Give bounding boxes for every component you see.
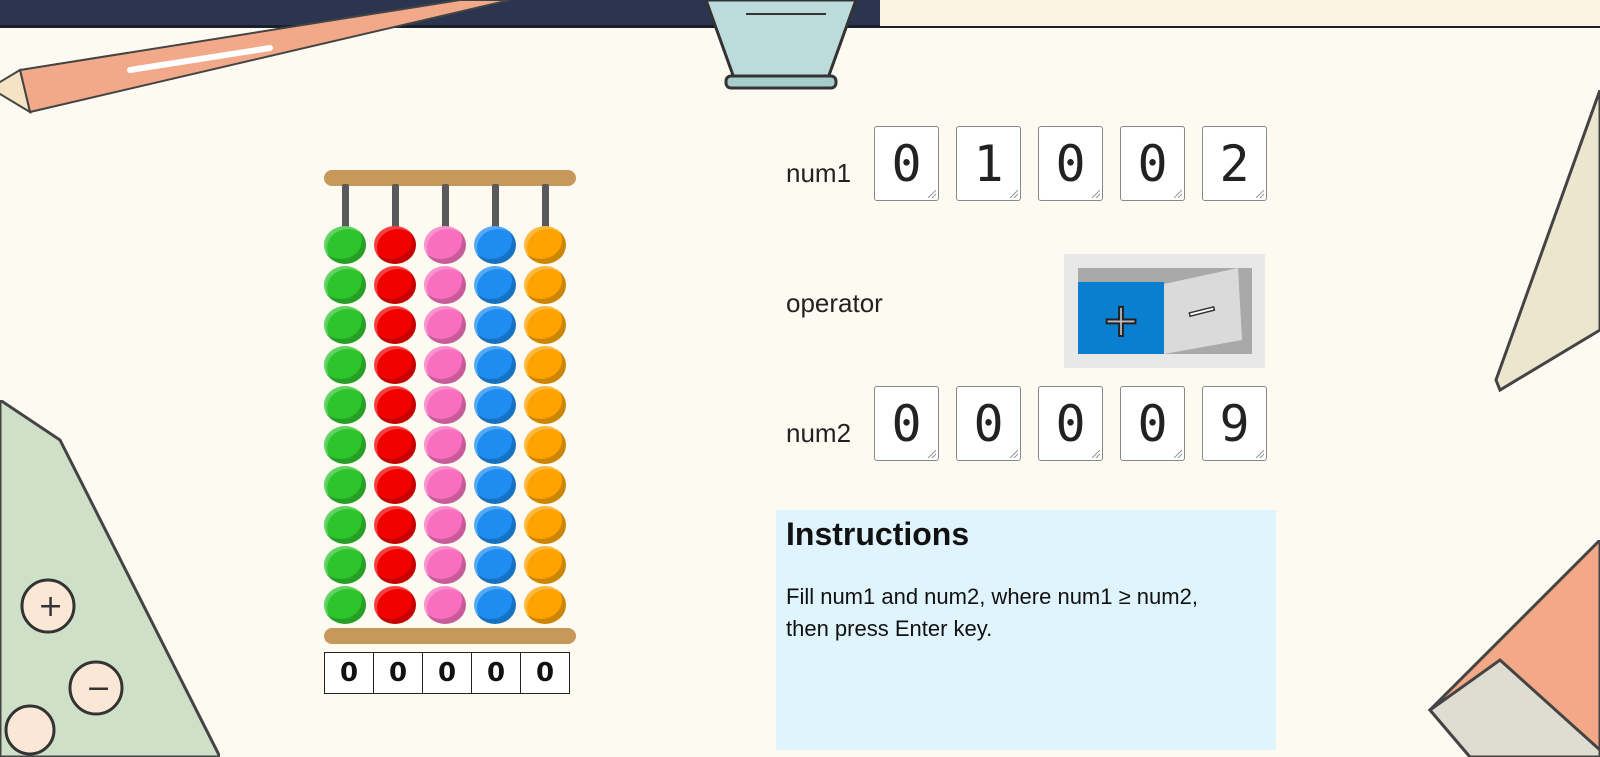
abacus-bead[interactable] <box>324 586 366 624</box>
abacus-digit: 0 <box>373 652 423 694</box>
abacus-bead[interactable] <box>324 546 366 584</box>
abacus-rod <box>442 184 449 228</box>
abacus-bead[interactable] <box>524 426 566 464</box>
abacus-bead[interactable] <box>374 346 416 384</box>
abacus-rod <box>492 184 499 228</box>
abacus-bead[interactable] <box>374 426 416 464</box>
abacus-bead[interactable] <box>524 266 566 304</box>
abacus-bead[interactable] <box>374 386 416 424</box>
abacus-bead[interactable] <box>424 306 466 344</box>
abacus-bead[interactable] <box>474 546 516 584</box>
operator-switch[interactable]: + − <box>1064 254 1265 368</box>
abacus-bead[interactable] <box>374 506 416 544</box>
abacus-bottom-bar <box>324 628 576 644</box>
num1-digit-input[interactable]: 2 <box>1202 126 1267 201</box>
book-decoration <box>1427 540 1600 757</box>
num1-digit-input[interactable]: 0 <box>1038 126 1103 201</box>
abacus-bead[interactable] <box>524 586 566 624</box>
num2-digit-input[interactable]: 0 <box>1038 386 1103 461</box>
abacus-bead[interactable] <box>324 426 366 464</box>
abacus-bead[interactable] <box>424 346 466 384</box>
abacus-bead[interactable] <box>474 386 516 424</box>
abacus-bead[interactable] <box>524 546 566 584</box>
num2-digit-input[interactable]: 0 <box>874 386 939 461</box>
num1-label: num1 <box>786 158 852 188</box>
abacus-bead[interactable] <box>374 586 416 624</box>
abacus-bead[interactable] <box>324 466 366 504</box>
bead-column-3[interactable] <box>424 226 466 626</box>
abacus-bead[interactable] <box>324 226 366 264</box>
num2-inputs: 0 0 0 0 9 <box>874 386 1267 461</box>
bead-column-4[interactable] <box>474 226 516 626</box>
abacus-bead[interactable] <box>474 426 516 464</box>
abacus-bead[interactable] <box>474 346 516 384</box>
abacus-bead[interactable] <box>524 386 566 424</box>
abacus-bead[interactable] <box>474 306 516 344</box>
abacus-bead[interactable] <box>374 266 416 304</box>
instructions-text: Fill num1 and num2, where num1 ≥ num2, t… <box>786 584 1198 641</box>
num1-digit-input[interactable]: 1 <box>956 126 1021 201</box>
abacus-digit-readout: 0 0 0 0 0 <box>324 652 570 694</box>
svg-text:+: + <box>38 589 63 624</box>
abacus-bead[interactable] <box>474 586 516 624</box>
abacus-bead[interactable] <box>474 266 516 304</box>
operator-label: operator <box>786 288 883 318</box>
abacus-bead[interactable] <box>524 466 566 504</box>
abacus-digit: 0 <box>520 652 570 694</box>
num2-label: num2 <box>786 418 852 448</box>
abacus-bead[interactable] <box>374 306 416 344</box>
abacus-bead[interactable] <box>424 226 466 264</box>
svg-text:−: − <box>86 671 111 706</box>
abacus-rod <box>392 184 399 228</box>
abacus-bead[interactable] <box>374 226 416 264</box>
abacus-top-bar <box>324 170 576 186</box>
abacus-bead[interactable] <box>424 586 466 624</box>
top-band-light <box>880 0 1600 26</box>
num1-inputs: 0 1 0 0 2 <box>874 126 1267 201</box>
abacus-bead[interactable] <box>324 386 366 424</box>
abacus-rod <box>542 184 549 228</box>
abacus-bead[interactable] <box>474 506 516 544</box>
operator-toggle[interactable]: + − <box>1078 268 1252 354</box>
pencil-decoration <box>0 0 511 115</box>
abacus-bead[interactable] <box>424 506 466 544</box>
calculator-decoration: + − <box>0 400 220 757</box>
ruler-decoration <box>1494 90 1600 393</box>
instructions-panel: Instructions Fill num1 and num2, where n… <box>776 510 1276 750</box>
abacus-bead[interactable] <box>374 466 416 504</box>
num1-digit-input[interactable]: 0 <box>874 126 939 201</box>
num2-digit-input[interactable]: 0 <box>956 386 1021 461</box>
abacus-digit: 0 <box>422 652 472 694</box>
abacus-digit: 0 <box>324 652 374 694</box>
abacus-digit: 0 <box>471 652 521 694</box>
lamp-decoration <box>706 0 858 90</box>
abacus-bead[interactable] <box>524 226 566 264</box>
bead-column-1[interactable] <box>324 226 366 626</box>
abacus-bead[interactable] <box>524 346 566 384</box>
plus-icon: + <box>1102 293 1141 347</box>
bead-column-5[interactable] <box>524 226 566 626</box>
abacus-rod <box>342 184 349 228</box>
num2-digit-input[interactable]: 9 <box>1202 386 1267 461</box>
abacus-bead[interactable] <box>524 306 566 344</box>
abacus-bead[interactable] <box>424 266 466 304</box>
abacus-bead[interactable] <box>324 266 366 304</box>
abacus-bead[interactable] <box>424 546 466 584</box>
num2-digit-input[interactable]: 0 <box>1120 386 1185 461</box>
abacus-bead[interactable] <box>424 466 466 504</box>
instructions-title: Instructions <box>786 516 970 552</box>
num1-digit-input[interactable]: 0 <box>1120 126 1185 201</box>
abacus-bead[interactable] <box>474 226 516 264</box>
bead-column-2[interactable] <box>374 226 416 626</box>
abacus-bead[interactable] <box>424 386 466 424</box>
abacus: 0 0 0 0 0 <box>324 170 578 694</box>
abacus-bead[interactable] <box>324 346 366 384</box>
abacus-bead[interactable] <box>324 506 366 544</box>
abacus-bead[interactable] <box>474 466 516 504</box>
abacus-bead[interactable] <box>424 426 466 464</box>
abacus-bead[interactable] <box>324 306 366 344</box>
abacus-bead[interactable] <box>374 546 416 584</box>
abacus-bead[interactable] <box>524 506 566 544</box>
